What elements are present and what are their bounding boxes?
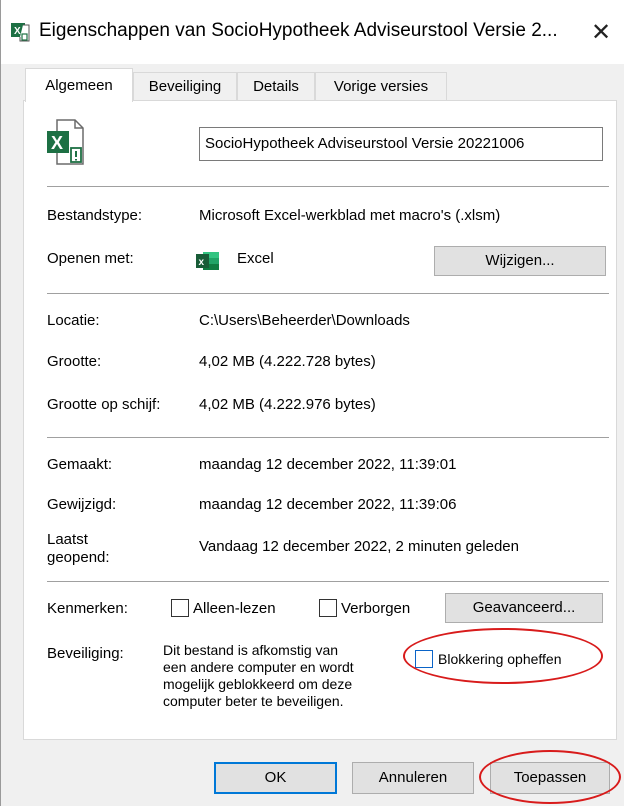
file-name-field[interactable]: SocioHypotheek Adviseurstool Versie 2022… — [199, 127, 603, 161]
tab-details[interactable]: Details — [237, 72, 315, 100]
accessed-label-line1: Laatst — [47, 531, 88, 548]
tab-vorige-versies[interactable]: Vorige versies — [315, 72, 447, 100]
separator — [47, 437, 609, 438]
svg-text:X: X — [51, 133, 63, 153]
window-title: Eigenschappen van SocioHypotheek Adviseu… — [39, 20, 558, 41]
svg-text:x: x — [199, 257, 205, 268]
security-message-line: mogelijk geblokkeerd om deze — [163, 676, 353, 692]
modified-value: maandag 12 december 2022, 11:39:06 — [199, 496, 457, 513]
open-with-label: Openen met: — [47, 250, 134, 267]
accessed-value: Vandaag 12 december 2022, 2 minuten gele… — [199, 538, 519, 555]
svg-text:X: X — [14, 26, 21, 37]
accessed-label-line2: geopend: — [47, 549, 110, 566]
excel-file-icon: X — [11, 23, 30, 42]
security-message-line: een andere computer en wordt — [163, 659, 354, 675]
separator — [47, 293, 609, 294]
security-message: Dit bestand is afkomstig van een andere … — [163, 642, 354, 710]
tab-algemeen[interactable]: Algemeen — [25, 68, 133, 102]
size-label: Grootte: — [47, 353, 102, 370]
security-message-line: computer beter te beveiligen. — [163, 693, 344, 709]
properties-dialog: X Eigenschappen van SocioHypotheek Advis… — [0, 0, 624, 806]
separator — [47, 186, 609, 187]
hidden-checkbox[interactable] — [319, 599, 337, 617]
type-value: Microsoft Excel-werkblad met macro's (.x… — [199, 207, 501, 224]
type-label: Bestandstype: — [47, 207, 143, 224]
separator — [47, 581, 609, 582]
change-button[interactable]: Wijzigen... — [434, 246, 606, 276]
created-label: Gemaakt: — [47, 456, 113, 473]
excel-app-icon: x — [196, 252, 219, 270]
location-value: C:\Users\Beheerder\Downloads — [199, 312, 410, 329]
apply-button[interactable]: Toepassen — [490, 762, 610, 794]
created-value: maandag 12 december 2022, 11:39:01 — [199, 456, 457, 473]
ok-button[interactable]: OK — [214, 762, 337, 794]
readonly-checkbox-label[interactable]: Alleen-lezen — [193, 600, 276, 617]
close-icon[interactable]: ✕ — [581, 14, 621, 50]
unblock-checkbox-label[interactable]: Blokkering opheffen — [438, 651, 562, 667]
title-bar: X Eigenschappen van SocioHypotheek Advis… — [1, 0, 624, 64]
advanced-button[interactable]: Geavanceerd... — [445, 593, 603, 623]
tab-beveiliging[interactable]: Beveiliging — [133, 72, 237, 100]
modified-label: Gewijzigd: — [47, 496, 117, 513]
open-with-value: Excel — [237, 250, 274, 267]
size-on-disk-value: 4,02 MB (4.222.976 bytes) — [199, 396, 376, 413]
security-label: Beveiliging: — [47, 645, 124, 662]
readonly-checkbox[interactable] — [171, 599, 189, 617]
size-on-disk-label: Grootte op schijf: — [47, 396, 161, 413]
unblock-checkbox[interactable] — [415, 650, 433, 668]
hidden-checkbox-label[interactable]: Verborgen — [341, 600, 410, 617]
accessed-label: Laatst geopend: — [47, 531, 110, 567]
location-label: Locatie: — [47, 312, 100, 329]
excel-macro-file-icon: X — [47, 119, 84, 165]
attributes-label: Kenmerken: — [47, 600, 128, 617]
size-value: 4,02 MB (4.222.728 bytes) — [199, 353, 376, 370]
cancel-button[interactable]: Annuleren — [352, 762, 474, 794]
security-message-line: Dit bestand is afkomstig van — [163, 642, 339, 658]
